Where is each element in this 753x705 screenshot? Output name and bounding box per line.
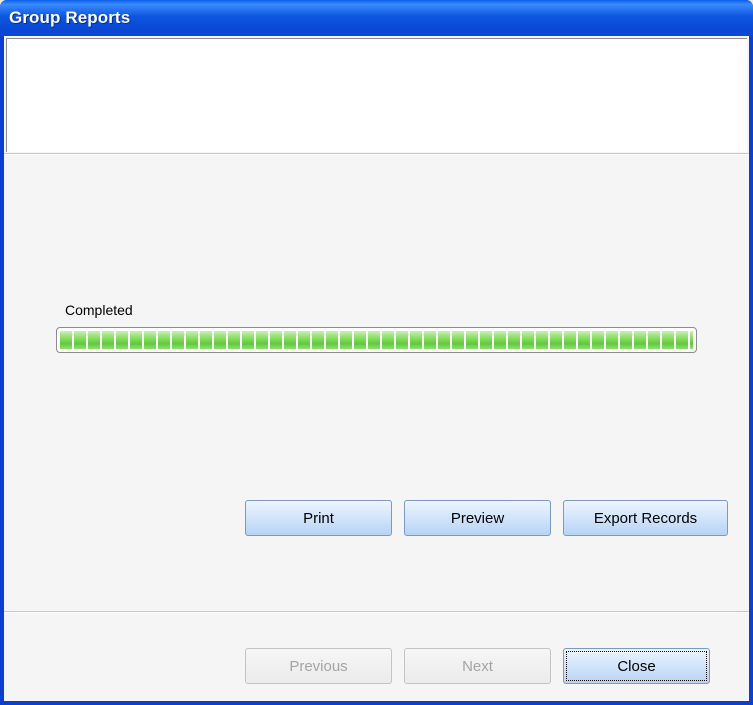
- close-button[interactable]: Close: [563, 648, 710, 684]
- footer-divider-highlight: [4, 612, 749, 613]
- export-records-button[interactable]: Export Records: [563, 500, 728, 536]
- next-button[interactable]: Next: [404, 648, 551, 684]
- title-bar[interactable]: Group Reports: [0, 0, 753, 36]
- group-reports-window: Group Reports Completed Print Preview Ex…: [0, 0, 753, 705]
- previous-button[interactable]: Previous: [245, 648, 392, 684]
- progress-status-label: Completed: [65, 302, 133, 318]
- dialog-body: Completed Print Preview Export Records P…: [4, 36, 749, 701]
- window-title: Group Reports: [9, 8, 131, 27]
- preview-button[interactable]: Preview: [404, 500, 551, 536]
- progress-track: [60, 331, 693, 349]
- progress-bar: [56, 327, 697, 353]
- header-panel: [6, 38, 747, 152]
- header-divider-highlight: [4, 154, 749, 155]
- print-button[interactable]: Print: [245, 500, 392, 536]
- progress-fill: [60, 331, 693, 349]
